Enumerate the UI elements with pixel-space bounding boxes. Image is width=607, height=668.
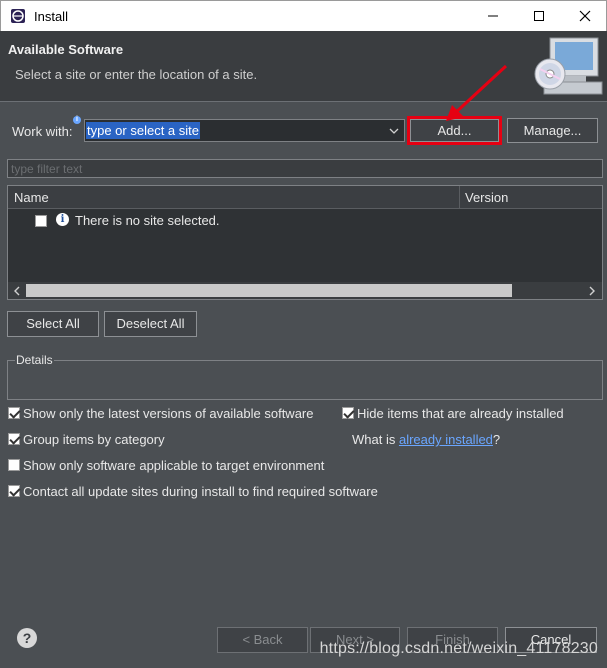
latest-versions-label: Show only the latest versions of availab…	[23, 406, 314, 421]
software-table[interactable]: Name Version i There is no site selected…	[7, 185, 603, 300]
maximize-icon	[534, 11, 544, 21]
scroll-right-icon[interactable]	[584, 283, 600, 298]
minimize-icon	[488, 15, 498, 17]
contact-sites-label: Contact all update sites during install …	[23, 484, 378, 499]
eclipse-icon	[11, 9, 25, 23]
filter-input[interactable]: type filter text	[7, 159, 603, 178]
back-button-label: < Back	[242, 632, 283, 647]
help-icon[interactable]: ?	[17, 628, 37, 648]
manage-button-label: Manage...	[523, 123, 582, 138]
scroll-left-icon[interactable]	[9, 283, 25, 298]
select-all-label: Select All	[26, 316, 80, 331]
chevron-down-icon[interactable]	[386, 123, 402, 139]
next-button-label: Next >	[336, 632, 374, 647]
filter-placeholder: type filter text	[11, 162, 83, 176]
group-by-category-checkbox[interactable]	[8, 433, 20, 445]
annotation-arrow-icon	[446, 64, 508, 121]
group-by-category-label: Group items by category	[23, 432, 165, 447]
manage-button[interactable]: Manage...	[507, 118, 598, 143]
what-is-suffix: ?	[492, 432, 501, 447]
window-title: Install	[34, 9, 68, 24]
finish-button-label: Finish	[435, 632, 470, 647]
what-is-installed-text: What is already installed?	[352, 432, 500, 447]
header-separator	[0, 101, 607, 102]
scrollbar-thumb[interactable]	[26, 284, 512, 297]
close-icon	[579, 10, 591, 22]
contact-sites-checkbox[interactable]	[8, 485, 20, 497]
deselect-all-label: Deselect All	[116, 316, 185, 331]
column-divider[interactable]	[459, 186, 460, 209]
finish-button[interactable]: Finish	[407, 627, 498, 653]
hide-installed-label: Hide items that are already installed	[357, 406, 564, 421]
wizard-banner-cd-icon	[534, 37, 603, 95]
table-row[interactable]: i There is no site selected.	[8, 210, 602, 230]
latest-versions-checkbox[interactable]	[8, 407, 20, 419]
already-installed-link[interactable]: already installed	[399, 432, 493, 447]
back-button[interactable]: < Back	[217, 627, 308, 653]
row-checkbox[interactable]	[35, 215, 47, 227]
cancel-button[interactable]: Cancel	[505, 627, 597, 653]
details-label: Details	[15, 353, 54, 367]
hide-installed-checkbox[interactable]	[342, 407, 354, 419]
work-with-value: type or select a site	[86, 122, 200, 139]
cancel-button-label: Cancel	[530, 632, 572, 647]
table-header: Name Version	[8, 186, 602, 209]
deselect-all-button[interactable]: Deselect All	[104, 311, 197, 337]
what-is-prefix: What is	[352, 432, 399, 447]
page-description: Select a site or enter the location of a…	[15, 67, 258, 82]
target-env-label: Show only software applicable to target …	[23, 458, 325, 473]
column-version-header[interactable]: Version	[465, 190, 508, 205]
close-button[interactable]	[562, 1, 607, 31]
minimize-button[interactable]	[470, 1, 516, 31]
horizontal-scrollbar[interactable]	[8, 282, 602, 299]
wizard-header: Available Software Select a site or ente…	[0, 31, 607, 101]
column-name-header[interactable]: Name	[14, 190, 49, 205]
next-button[interactable]: Next >	[310, 627, 400, 653]
select-all-button[interactable]: Select All	[7, 311, 99, 337]
work-with-combo[interactable]: type or select a site	[84, 119, 405, 142]
details-group: Details	[7, 353, 603, 400]
info-icon: i	[56, 213, 69, 226]
window-titlebar: Install	[0, 0, 607, 31]
target-env-checkbox[interactable]	[8, 459, 20, 471]
empty-message: There is no site selected.	[75, 213, 220, 228]
maximize-button[interactable]	[516, 1, 562, 31]
page-title: Available Software	[8, 42, 124, 57]
content-assist-hint-icon: i	[73, 116, 81, 124]
work-with-label: Work with:	[12, 124, 73, 139]
